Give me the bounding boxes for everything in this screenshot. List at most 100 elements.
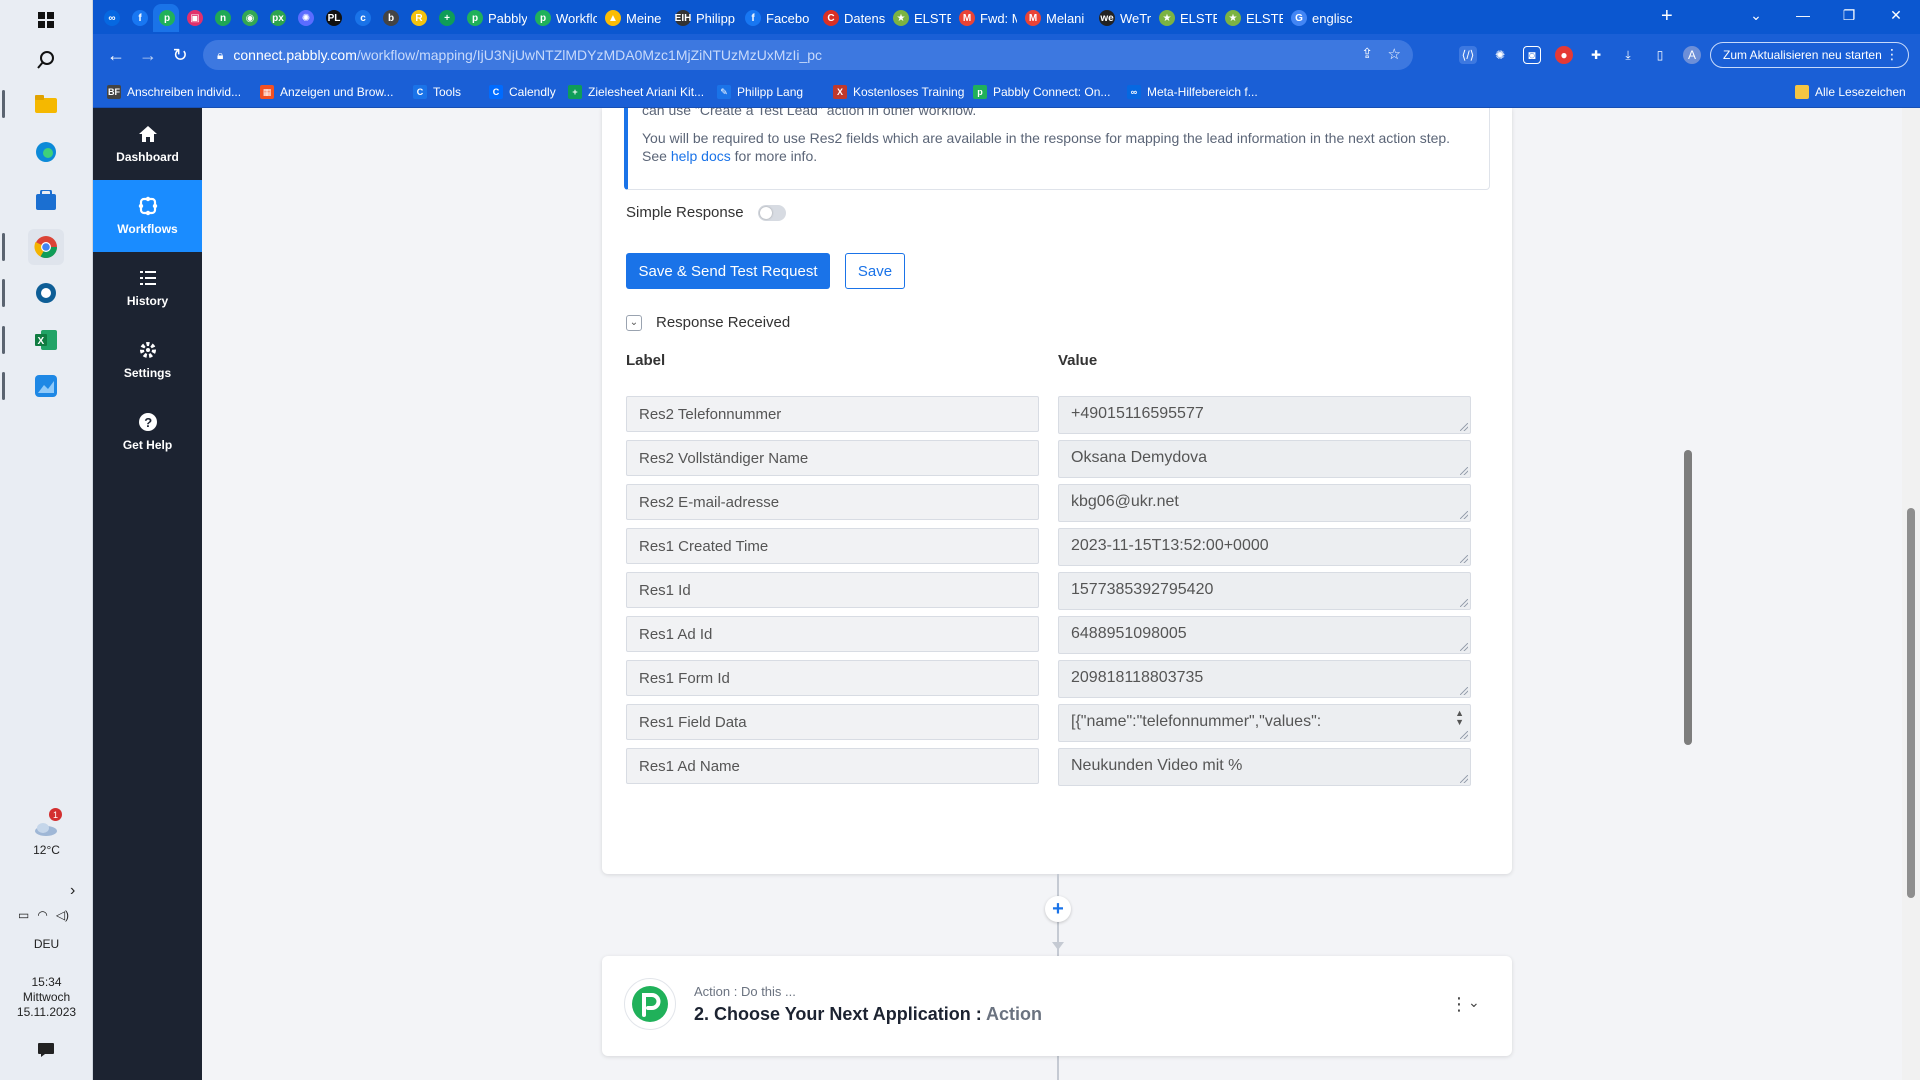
browser-tab[interactable]: f <box>126 4 152 32</box>
clock-date[interactable]: 15.11.2023 <box>0 1005 93 1019</box>
minimize-icon[interactable]: — <box>1780 0 1826 30</box>
simple-response-toggle[interactable] <box>757 204 786 221</box>
bookmark-item[interactable]: C Tools <box>413 83 461 101</box>
bookmark-item[interactable]: ✎ Philipp Lang <box>717 83 803 101</box>
share-icon[interactable]: ⇪ <box>1361 45 1373 62</box>
reload-icon[interactable]: ↻ <box>169 44 191 66</box>
browser-tab[interactable]: + <box>433 4 459 32</box>
restore-icon[interactable]: ❐ <box>1826 0 1872 30</box>
nav-settings[interactable]: Settings <box>93 324 202 396</box>
page-scrollbar-thumb[interactable] <box>1907 508 1915 898</box>
nav-history[interactable]: History <box>93 252 202 324</box>
browser-tab[interactable]: f Facebo <box>739 4 815 32</box>
browser-tab[interactable]: M Fwd: M <box>953 4 1017 32</box>
notification-icon[interactable] <box>28 1032 64 1068</box>
profile-avatar[interactable]: A <box>1683 46 1701 64</box>
extension-screen-icon[interactable]: ◙ <box>1523 46 1541 64</box>
browser-tab[interactable]: PL <box>320 4 346 32</box>
field-value[interactable]: 209818118803735 <box>1058 660 1471 698</box>
menu-dots-icon[interactable]: ⋮ <box>1885 46 1899 63</box>
clock-day[interactable]: Mittwoch <box>0 990 93 1004</box>
browser-tab[interactable]: M Melani <box>1019 4 1091 32</box>
browser-tab[interactable]: p Pabbly <box>461 4 527 32</box>
bookmark-item[interactable]: ▦ Anzeigen und Brow... <box>260 83 393 101</box>
photos-icon[interactable] <box>28 368 64 404</box>
chrome-icon[interactable] <box>28 229 64 265</box>
field-value[interactable]: kbg06@ukr.net <box>1058 484 1471 522</box>
windows-start-icon[interactable] <box>28 2 64 38</box>
browser-tab[interactable]: b <box>377 4 403 32</box>
update-restart-button[interactable]: Zum Aktualisieren neu starten <box>1710 42 1909 68</box>
browser-tab[interactable]: px <box>264 4 290 32</box>
field-value[interactable]: Oksana Demydova <box>1058 440 1471 478</box>
browser-tab[interactable]: c <box>349 4 375 32</box>
field-value[interactable]: Neukunden Video mit % <box>1058 748 1471 786</box>
field-value-textarea[interactable]: [{"name":"telefonnummer","values": ▲ ▼ <box>1058 704 1471 742</box>
browser-tab[interactable]: R <box>405 4 431 32</box>
bookmark-item[interactable]: p Pabbly Connect: On... <box>973 83 1110 101</box>
page-scrollbar[interactable] <box>1902 108 1920 1080</box>
spinner-arrows-icon[interactable]: ▲ ▼ <box>1455 709 1464 727</box>
side-panel-icon[interactable]: ▯ <box>1651 46 1669 64</box>
bookmark-item[interactable]: C Calendly <box>489 83 556 101</box>
field-value[interactable]: 1577385392795420 <box>1058 572 1471 610</box>
nav-get-help[interactable]: ? Get Help <box>93 396 202 468</box>
battery-icon[interactable]: ▭ <box>18 908 29 922</box>
system-tray[interactable]: ▭ ◠ ◁) <box>18 908 69 922</box>
extension-gear-icon[interactable]: ✺ <box>1491 46 1509 64</box>
bookmark-item[interactable]: + Zielesheet Ariani Kit... <box>568 83 704 101</box>
app-icon[interactable] <box>28 275 64 311</box>
chevron-down-icon[interactable]: ⌄ <box>626 314 642 331</box>
browser-tab[interactable]: ◉ <box>236 4 262 32</box>
star-bookmark-icon[interactable]: ☆ <box>1388 45 1401 63</box>
new-tab-icon[interactable]: + <box>1661 5 1673 28</box>
lock-icon[interactable]: 🔒︎ <box>217 48 223 63</box>
browser-tab[interactable]: ▲ Meine <box>599 4 667 32</box>
language-indicator[interactable]: DEU <box>0 937 93 951</box>
tab-search-icon[interactable]: ⌄ <box>1733 0 1779 30</box>
bookmark-item[interactable]: ∞ Meta-Hilfebereich f... <box>1127 83 1258 101</box>
edge-icon[interactable] <box>28 134 64 170</box>
back-icon[interactable]: ← <box>105 44 127 66</box>
all-bookmarks[interactable]: Alle Lesezeichen <box>1795 83 1906 101</box>
clock-time[interactable]: 15:34 <box>0 975 93 989</box>
field-value[interactable]: 2023-11-15T13:52:00+0000 <box>1058 528 1471 566</box>
weather-icon[interactable]: 1 <box>28 808 64 846</box>
extensions-puzzle-icon[interactable]: ✚ <box>1587 46 1605 64</box>
browser-tab[interactable]: ★ ELSTER <box>1153 4 1217 32</box>
browser-tab[interactable]: Genglisc <box>1285 4 1353 32</box>
bookmark-item[interactable]: X Kostenloses Training <box>833 83 964 101</box>
close-window-icon[interactable]: ✕ <box>1873 0 1919 30</box>
extension-devtools-icon[interactable]: ⟨/⟩ <box>1459 46 1477 64</box>
extension-pokeball-icon[interactable]: ● <box>1555 46 1573 64</box>
browser-tab[interactable]: p <box>153 4 179 32</box>
wifi-icon[interactable]: ◠ <box>37 908 47 922</box>
action-step-card[interactable]: Action : Do this ... 2. Choose Your Next… <box>602 956 1512 1056</box>
download-icon[interactable]: ⤓ <box>1619 46 1637 64</box>
file-explorer-icon[interactable] <box>28 86 64 122</box>
fields-scrollbar[interactable] <box>1684 450 1692 745</box>
nav-workflows[interactable]: Workflows <box>93 180 202 252</box>
browser-tab[interactable]: EIH Philipp <box>669 4 737 32</box>
field-value[interactable]: +49015116595577 <box>1058 396 1471 434</box>
browser-tab[interactable]: ★ ELSTER <box>1219 4 1283 32</box>
url-bar[interactable]: 🔒︎ connect.pabbly.com/workflow/mapping/I… <box>203 40 1413 70</box>
speaker-icon[interactable]: ◁) <box>56 908 69 922</box>
chevron-right-icon[interactable]: › <box>70 882 75 900</box>
browser-tab[interactable]: ▣ <box>181 4 207 32</box>
search-icon[interactable] <box>28 42 64 78</box>
save-send-test-request-button[interactable]: Save & Send Test Request <box>626 253 830 289</box>
help-docs-link[interactable]: help docs <box>671 148 731 164</box>
chevron-down-icon[interactable]: ⌄ <box>1468 994 1480 1011</box>
save-button[interactable]: Save <box>845 253 905 289</box>
browser-tab[interactable]: p Workflo <box>529 4 597 32</box>
browser-tab[interactable]: ★ ELSTER <box>887 4 951 32</box>
response-fields-list[interactable]: Res2 Telefonnummer +49015116595577 Res2 … <box>626 388 1488 842</box>
add-step-button[interactable]: + <box>1045 896 1071 922</box>
excel-icon[interactable]: X <box>28 322 64 358</box>
browser-tab[interactable]: n <box>209 4 235 32</box>
browser-tab[interactable]: ∞ <box>98 4 124 32</box>
browser-tab[interactable]: C Datens <box>817 4 885 32</box>
nav-dashboard[interactable]: Dashboard <box>93 108 202 180</box>
store-icon[interactable] <box>28 182 64 218</box>
